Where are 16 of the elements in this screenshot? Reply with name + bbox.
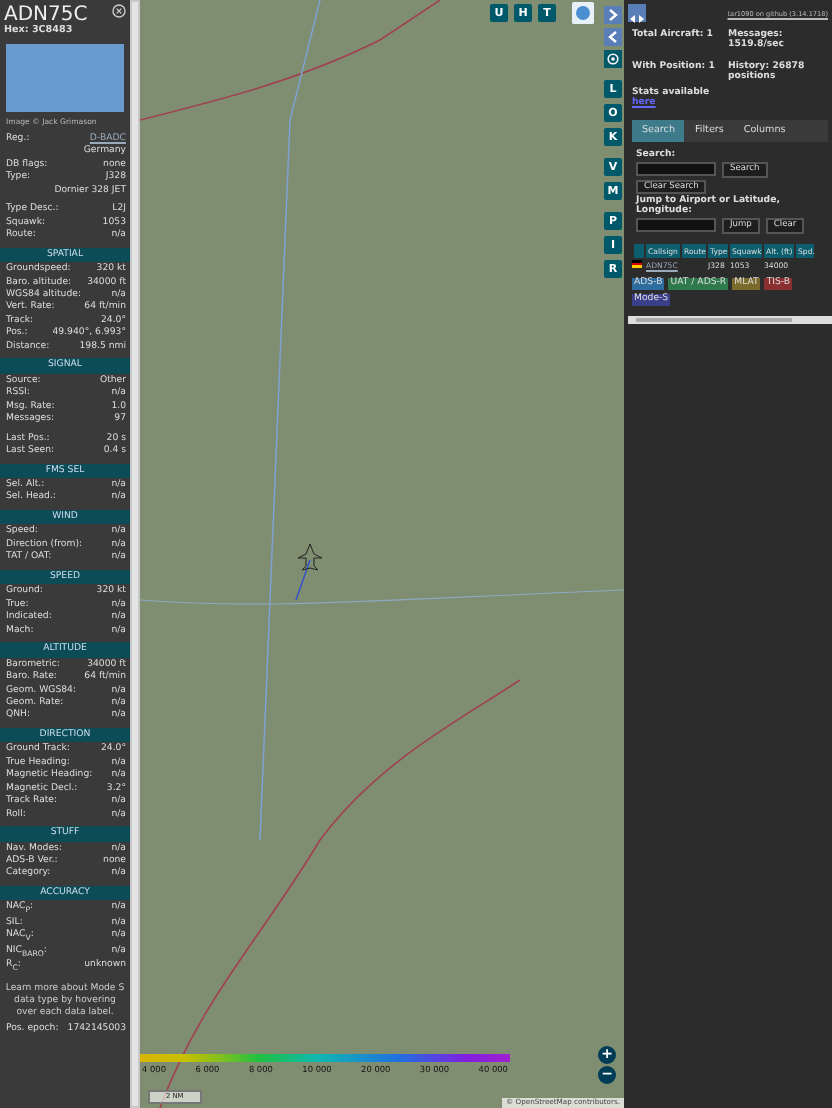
panel-toggle-icon[interactable] — [628, 4, 646, 22]
airplane-icon[interactable] — [297, 543, 323, 571]
settings-icon[interactable] — [604, 50, 622, 68]
header-cell — [632, 243, 644, 257]
chevron-left-icon[interactable] — [604, 28, 622, 46]
photo-placeholder — [6, 44, 124, 112]
flag-icon — [632, 260, 642, 268]
scrollbar[interactable] — [130, 0, 140, 1108]
aircraft-callsign: ADN75C — [4, 4, 88, 26]
close-icon[interactable] — [112, 4, 126, 18]
horizontal-scrollbar[interactable] — [628, 315, 832, 323]
globe-icon[interactable] — [572, 2, 594, 24]
search-field[interactable] — [636, 162, 716, 177]
flight-path — [295, 559, 311, 601]
chevron-right-icon[interactable] — [604, 6, 622, 24]
location-field[interactable] — [636, 218, 716, 233]
